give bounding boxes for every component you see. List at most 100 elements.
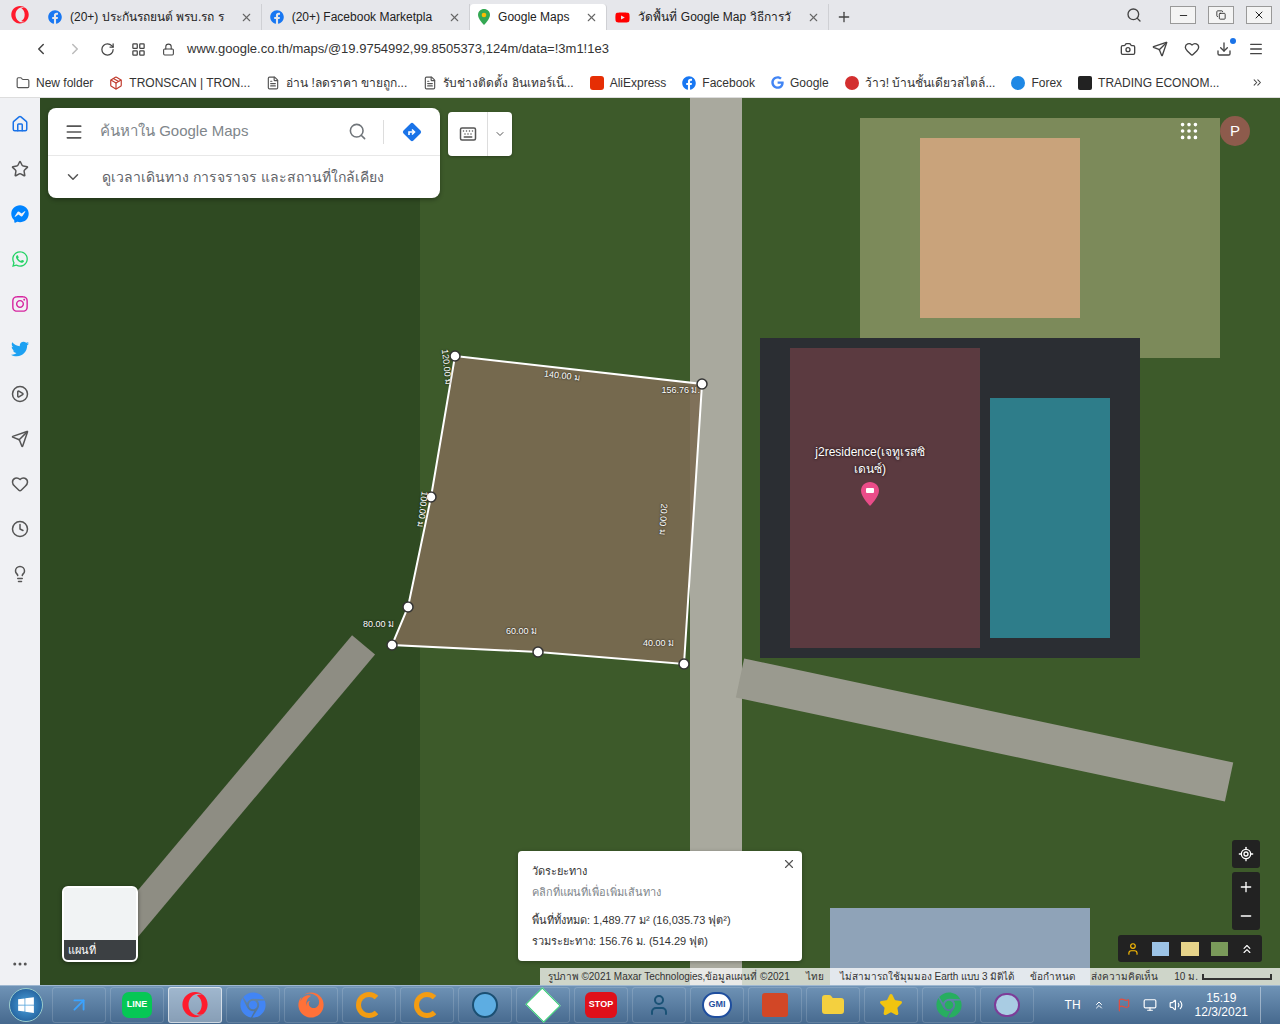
- search-tabs-icon[interactable]: [1126, 7, 1142, 23]
- bookmark-item[interactable]: TRONSCAN | TRON...: [109, 74, 250, 92]
- show-hidden-icon[interactable]: [1093, 999, 1105, 1011]
- attribution-item[interactable]: ข้อกำหนด: [1030, 969, 1075, 984]
- taskbar-app[interactable]: [806, 987, 860, 1023]
- search-box[interactable]: ค้นหาใน Google Maps: [48, 108, 440, 156]
- close-panel-icon[interactable]: [782, 857, 796, 871]
- input-tools-button[interactable]: [448, 112, 512, 156]
- messenger-icon[interactable]: [4, 193, 36, 235]
- bookmark-item[interactable]: AliExpress: [590, 74, 667, 92]
- forward-icon[interactable]: [66, 40, 84, 58]
- close-button[interactable]: [1246, 6, 1272, 24]
- map-canvas[interactable]: 120.00 ม140.00 ม156.76 ม.100.00 ม20.00 ม…: [40, 98, 1280, 985]
- browser-tab[interactable]: วัดพื้นที่ Google Map วิธีการวั: [607, 4, 828, 30]
- send-icon[interactable]: [4, 418, 36, 460]
- volume-icon[interactable]: [1169, 998, 1183, 1012]
- expand-icon[interactable]: [1240, 941, 1254, 957]
- taskbar-app[interactable]: GMI: [690, 987, 744, 1023]
- clock[interactable]: 15:1912/3/2021: [1195, 991, 1248, 1020]
- zoom-in-icon[interactable]: [1238, 879, 1254, 895]
- scale-bar[interactable]: 10 ม.: [1174, 969, 1272, 984]
- action-center-icon[interactable]: [1117, 998, 1131, 1012]
- attribution-item[interactable]: ไทย: [806, 969, 824, 984]
- bookmark-item[interactable]: Google: [771, 74, 829, 92]
- taskbar-app[interactable]: [168, 987, 222, 1023]
- taskbar-app[interactable]: [400, 987, 454, 1023]
- taskbar-app[interactable]: [632, 987, 686, 1023]
- close-tab-icon[interactable]: [585, 11, 598, 24]
- attribution-item[interactable]: ไม่สามารถใช้มุมมอง Earth แบบ 3 มิติได้: [840, 969, 1015, 984]
- bookmark-item[interactable]: อ่าน !ลดราคา ขายถูก...: [266, 74, 407, 92]
- snapshot-icon[interactable]: [1120, 41, 1136, 57]
- pegman-icon[interactable]: [1126, 941, 1140, 957]
- taskbar-app[interactable]: [516, 987, 570, 1023]
- history-icon[interactable]: [4, 508, 36, 550]
- taskbar-app[interactable]: [922, 987, 976, 1023]
- home-icon[interactable]: [4, 103, 36, 145]
- bookmark-item[interactable]: New folder: [16, 74, 93, 92]
- map-layer-thumbnail[interactable]: แผนที่: [62, 886, 138, 962]
- layer-thumb[interactable]: [1181, 942, 1198, 956]
- downloads-button[interactable]: [1216, 41, 1232, 57]
- measure-vertex[interactable]: [533, 647, 543, 657]
- search-icon[interactable]: [348, 122, 367, 141]
- taskbar-app[interactable]: STOP: [574, 987, 628, 1023]
- taskbar-app[interactable]: [52, 987, 106, 1023]
- speed-dial-icon[interactable]: [131, 42, 146, 57]
- bookmark-item[interactable]: รับช่างติดตั้ง อินเทอร์เน็...: [423, 74, 573, 92]
- heart-icon[interactable]: [4, 463, 36, 505]
- directions-icon[interactable]: [400, 120, 424, 144]
- instagram-icon[interactable]: [4, 283, 36, 325]
- close-tab-icon[interactable]: [807, 11, 820, 24]
- measure-vertex[interactable]: [679, 659, 689, 669]
- lightbulb-icon[interactable]: [4, 553, 36, 595]
- browser-tab[interactable]: (20+) ประกันรถยนต์ พรบ.รถ ร: [40, 4, 262, 30]
- back-icon[interactable]: [32, 40, 50, 58]
- star-icon[interactable]: [4, 148, 36, 190]
- reload-icon[interactable]: [100, 42, 115, 57]
- minimize-button[interactable]: [1170, 6, 1196, 24]
- taskbar-app[interactable]: [748, 987, 802, 1023]
- nearby-row[interactable]: ดูเวลาเดินทาง การจราจร และสถานที่ใกล้เคี…: [48, 156, 440, 198]
- my-location-button[interactable]: [1232, 840, 1260, 868]
- new-tab-button[interactable]: [829, 4, 859, 30]
- taskbar-app[interactable]: LINE: [110, 987, 164, 1023]
- more-icon[interactable]: [11, 955, 29, 973]
- layer-thumb[interactable]: [1211, 942, 1228, 956]
- measure-vertex[interactable]: [387, 640, 397, 650]
- bookmark-item[interactable]: Facebook: [682, 74, 755, 92]
- language-indicator[interactable]: TH: [1065, 996, 1081, 1014]
- opera-menu[interactable]: [0, 0, 40, 30]
- browser-tab[interactable]: Google Maps: [470, 4, 607, 30]
- taskbar-app[interactable]: [226, 987, 280, 1023]
- apps-icon[interactable]: [1178, 120, 1200, 142]
- place-marker[interactable]: j2residence(เจทูเรสซิเดนซ์): [810, 444, 930, 506]
- close-tab-icon[interactable]: [448, 11, 461, 24]
- url-field[interactable]: www.google.co.th/maps/@19.9754992,99.850…: [162, 39, 1104, 59]
- bookmark-icon[interactable]: [1184, 41, 1200, 57]
- easy-setup-icon[interactable]: [1248, 41, 1264, 57]
- flow-icon[interactable]: [1152, 41, 1168, 57]
- taskbar-app[interactable]: [342, 987, 396, 1023]
- bookmark-item[interactable]: ว้าว! บ้านชั้นเดียวสไตล์...: [845, 74, 996, 92]
- taskbar-app[interactable]: [980, 987, 1034, 1023]
- start-button[interactable]: [0, 988, 52, 1022]
- browser-tab[interactable]: (20+) Facebook Marketpla: [262, 4, 470, 30]
- player-icon[interactable]: [4, 373, 36, 415]
- taskbar-app[interactable]: [284, 987, 338, 1023]
- network-icon[interactable]: [1143, 998, 1157, 1012]
- layer-thumb[interactable]: [1152, 942, 1169, 956]
- bookmark-item[interactable]: Forex: [1011, 74, 1062, 92]
- close-tab-icon[interactable]: [240, 11, 253, 24]
- attribution-item[interactable]: ส่งความคิดเห็น: [1091, 969, 1158, 984]
- twitter-icon[interactable]: [4, 328, 36, 370]
- taskbar-app[interactable]: [458, 987, 512, 1023]
- zoom-out-icon[interactable]: [1238, 908, 1254, 924]
- bookmark-item[interactable]: TRADING ECONOM...: [1078, 74, 1219, 92]
- whatsapp-icon[interactable]: [4, 238, 36, 280]
- menu-icon[interactable]: [64, 122, 84, 142]
- show-desktop-button[interactable]: [1260, 987, 1272, 1023]
- account-avatar[interactable]: P: [1220, 116, 1250, 146]
- restore-button[interactable]: [1208, 6, 1234, 24]
- taskbar-app[interactable]: [864, 987, 918, 1023]
- more-bookmarks-icon[interactable]: [1251, 75, 1264, 90]
